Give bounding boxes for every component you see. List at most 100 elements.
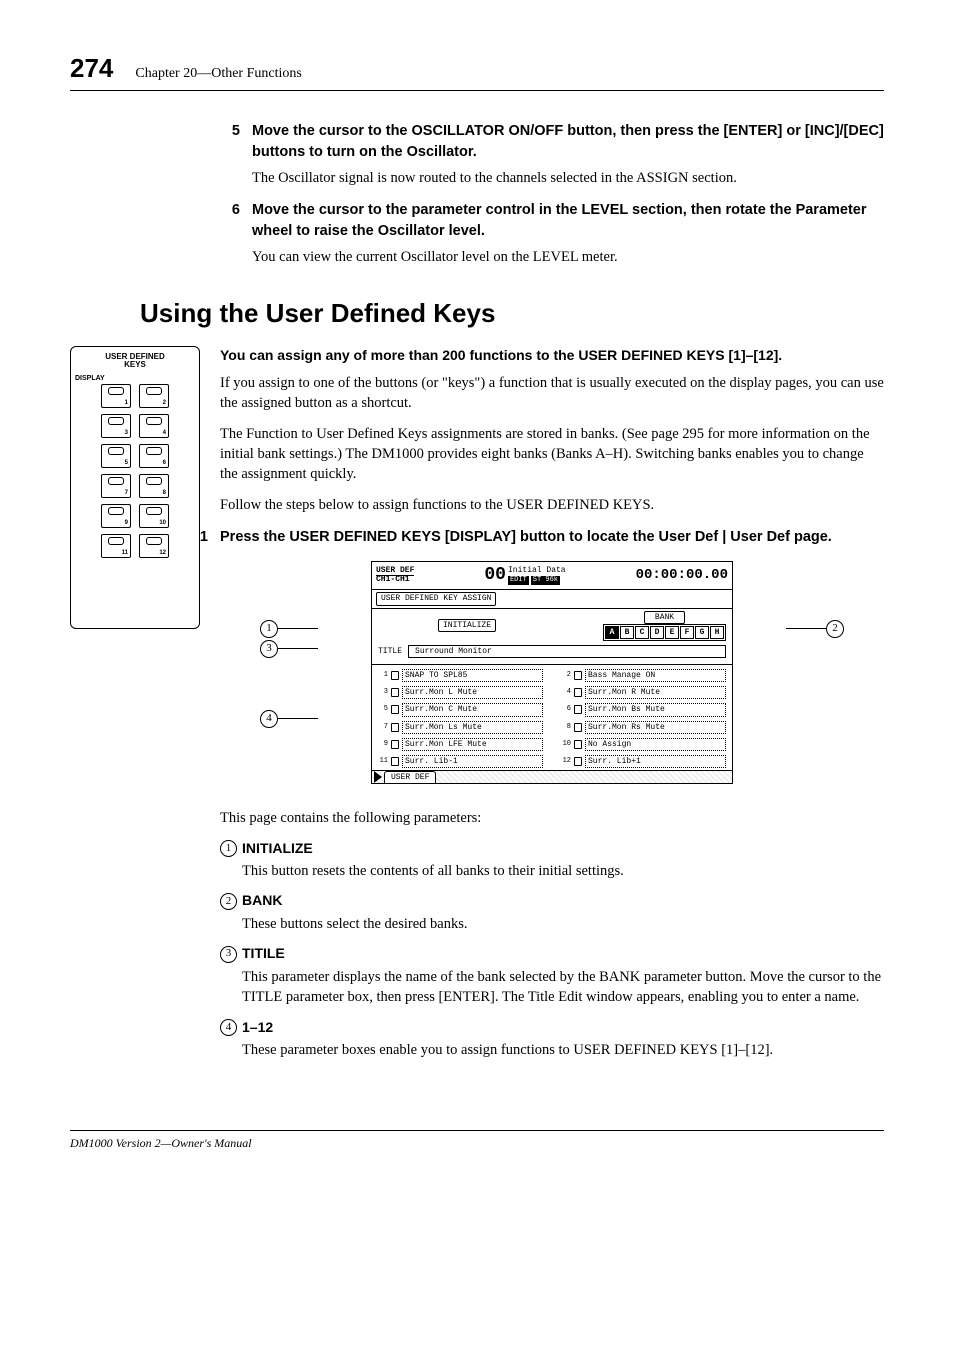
param-label-1-12: 1–12	[242, 1018, 273, 1038]
assignment-slot[interactable]: 5Surr.Mon C Mute	[378, 703, 543, 716]
step-body: The Oscillator signal is now routed to t…	[252, 168, 884, 188]
key-9[interactable]: 9	[101, 504, 131, 528]
assignment-grid: 1SNAP TO SPL85 2 Bass Manage ON 3Surr.Mon L…	[372, 665, 732, 771]
intro-p3: Follow the steps below to assign functio…	[220, 495, 884, 515]
assign-value[interactable]: Surr.Mon L Mute	[402, 686, 543, 699]
tab-user-def[interactable]: USER DEF	[384, 771, 436, 783]
param-num-1: 1	[220, 840, 237, 857]
assign-num: 12	[561, 758, 571, 765]
key-icon	[391, 705, 399, 714]
param-body: These buttons select the desired banks.	[242, 914, 884, 934]
assign-value[interactable]: Surr.Mon Rs Mute	[585, 721, 726, 734]
key-5[interactable]: 5	[101, 444, 131, 468]
scr-scene-num: 00	[484, 563, 506, 588]
bank-h[interactable]: H	[710, 626, 724, 639]
param-body: These parameter boxes enable you to assi…	[242, 1040, 884, 1060]
key-icon	[574, 740, 582, 749]
main-column: You can assign any of more than 200 func…	[220, 346, 884, 1071]
assign-num: 2	[561, 672, 571, 679]
assignment-slot[interactable]: 7 Surr.Mon Ls Mute	[378, 721, 543, 734]
key-8[interactable]: 8	[139, 474, 169, 498]
scr-channel: CH1-CH1	[376, 576, 414, 584]
key-grid: 12 34 56 78 910 1112	[75, 384, 195, 558]
scr-edit-badge: EDIT	[508, 576, 529, 585]
chapter-title: Chapter 20—Other Functions	[135, 64, 301, 84]
key-10[interactable]: 10	[139, 504, 169, 528]
assignment-slot[interactable]: 4 Surr.Mon R Mute	[561, 686, 726, 699]
bank-selector: A B C D E F G H	[603, 624, 726, 641]
key-icon	[574, 705, 582, 714]
param-num-2: 2	[220, 893, 237, 910]
param-num-3: 3	[220, 946, 237, 963]
assign-num: 4	[561, 689, 571, 696]
step-body: You can view the current Oscillator leve…	[252, 247, 884, 267]
assign-value[interactable]: Surr. Lib-1	[402, 755, 543, 768]
assign-value[interactable]: Surr.Mon Bs Mute	[585, 703, 726, 716]
assign-value[interactable]: Surr.Mon LFE Mute	[402, 738, 543, 751]
assign-value[interactable]: No Assign	[585, 738, 726, 751]
param-label-bank: BANK	[242, 891, 282, 911]
step-number: 6	[220, 200, 240, 241]
key-icon	[391, 688, 399, 697]
page-footer: DM1000 Version 2—Owner's Manual	[70, 1130, 884, 1152]
assign-value[interactable]: Bass Manage ON	[585, 669, 726, 682]
assign-value[interactable]: Surr. Lib+1	[585, 755, 726, 768]
intro-p2: The Function to User Defined Keys assign…	[220, 424, 884, 485]
initialize-button[interactable]: INITIALIZE	[438, 619, 496, 632]
tab-arrow-icon	[374, 771, 382, 783]
page-header: 274 Chapter 20—Other Functions	[70, 50, 884, 91]
key-12[interactable]: 12	[139, 534, 169, 558]
assign-num: 8	[561, 724, 571, 731]
bank-g[interactable]: G	[695, 626, 709, 639]
param-label-initialize: INITIALIZE	[242, 839, 313, 859]
assign-value[interactable]: SNAP TO SPL85	[402, 669, 543, 682]
top-steps: 5 Move the cursor to the OSCILLATOR ON/O…	[220, 121, 884, 267]
assignment-slot[interactable]: 8 Surr.Mon Rs Mute	[561, 721, 726, 734]
assignment-slot[interactable]: 12 Surr. Lib+1	[561, 755, 726, 768]
key-3[interactable]: 3	[101, 414, 131, 438]
key-icon	[574, 723, 582, 732]
assignment-slot[interactable]: 10 No Assign	[561, 738, 726, 751]
assign-value[interactable]: Surr.Mon C Mute	[402, 703, 543, 716]
page-number: 274	[70, 50, 113, 86]
assign-value[interactable]: Surr.Mon R Mute	[585, 686, 726, 699]
panel-title: USER DEFINEDKEYS	[75, 353, 195, 371]
assignment-slot[interactable]: 2 Bass Manage ON	[561, 669, 726, 682]
assignment-slot[interactable]: 3Surr.Mon L Mute	[378, 686, 543, 699]
bank-a[interactable]: A	[605, 626, 619, 639]
panel-display-label: DISPLAY	[75, 374, 195, 384]
key-icon	[391, 723, 399, 732]
intro-p1: If you assign to one of the buttons (or …	[220, 373, 884, 414]
lcd-screenshot: USER DEF CH1-CH1 00 Initial Data EDIT ST…	[371, 561, 733, 784]
title-field[interactable]: Surround Monitor	[408, 645, 726, 658]
bank-c[interactable]: C	[635, 626, 649, 639]
assignment-slot[interactable]: 11Surr. Lib-1	[378, 755, 543, 768]
assign-num: 9	[378, 741, 388, 748]
key-11[interactable]: 11	[101, 534, 131, 558]
param-body: This parameter displays the name of the …	[242, 967, 884, 1008]
assignment-slot[interactable]: 6Surr.Mon Bs Mute	[561, 703, 726, 716]
param-body: This button resets the contents of all b…	[242, 861, 884, 881]
bank-d[interactable]: D	[650, 626, 664, 639]
bank-e[interactable]: E	[665, 626, 679, 639]
key-6[interactable]: 6	[139, 444, 169, 468]
bank-label: BANK	[644, 611, 685, 624]
bank-b[interactable]: B	[620, 626, 634, 639]
param-num-4: 4	[220, 1019, 237, 1036]
intro-bold: You can assign any of more than 200 func…	[220, 346, 884, 366]
bank-f[interactable]: F	[680, 626, 694, 639]
assign-num: 7	[378, 724, 388, 731]
step-head: Move the cursor to the parameter control…	[252, 200, 884, 241]
key-2[interactable]: 2	[139, 384, 169, 408]
assign-num: 10	[561, 741, 571, 748]
key-1[interactable]: 1	[101, 384, 131, 408]
assignment-slot[interactable]: 1SNAP TO SPL85	[378, 669, 543, 682]
key-icon	[574, 757, 582, 766]
assign-value[interactable]: Surr.Mon Ls Mute	[402, 721, 543, 734]
key-7[interactable]: 7	[101, 474, 131, 498]
params-intro: This page contains the following paramet…	[220, 808, 884, 828]
callout-2: 2	[786, 619, 844, 638]
key-4[interactable]: 4	[139, 414, 169, 438]
assignment-slot[interactable]: 9 Surr.Mon LFE Mute	[378, 738, 543, 751]
step-head: Press the USER DEFINED KEYS [DISPLAY] bu…	[220, 527, 832, 547]
